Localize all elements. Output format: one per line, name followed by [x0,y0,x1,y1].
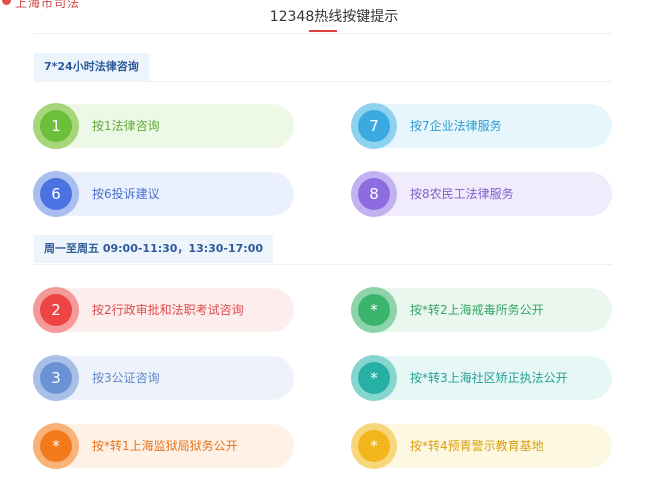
section-label-weekday: 周一至周五 09:00-11:30，13:30-17:00 [34,235,274,263]
key-label: 按7企业法律服务 [410,119,502,133]
key-number: * [358,294,390,326]
key-number: 2 [40,294,72,326]
key-label: 按1法律咨询 [92,119,160,133]
key-label: 按*转4预青警示教育基地 [410,439,544,453]
key-label: 按2行政审批和法职考试咨询 [92,303,244,317]
key-label: 按3公证咨询 [92,371,160,385]
key-item-star-4[interactable]: * 按*转4预青警示教育基地 [351,423,612,469]
key-item-2[interactable]: 2 按2行政审批和法职考试咨询 [33,287,294,333]
key-circle-ring: * [33,423,79,469]
section-divider-24h [34,81,612,82]
key-item-star-3[interactable]: * 按*转3上海社区矫正执法公开 [351,355,612,401]
key-number: 1 [40,110,72,142]
page-title: 12348热线按键提示 [269,9,399,25]
key-circle-ring: 6 [33,171,79,217]
key-number: * [358,430,390,462]
key-circle-ring: 3 [33,355,79,401]
key-circle-ring: 2 [33,287,79,333]
key-circle-ring: 1 [33,103,79,149]
key-item-6[interactable]: 6 按6投诉建议 [33,171,294,217]
key-item-3[interactable]: 3 按3公证咨询 [33,355,294,401]
top-divider [34,33,612,34]
key-circle-ring: * [351,355,397,401]
key-circle-ring: * [351,423,397,469]
key-number: 3 [40,362,72,394]
key-circle-ring: 8 [351,171,397,217]
key-label: 按*转2上海戒毒所务公开 [410,303,544,317]
key-number: 6 [40,178,72,210]
section-label-24h: 7*24小时法律咨询 [34,53,149,81]
key-label: 按6投诉建议 [92,187,160,201]
key-item-8[interactable]: 8 按8农民工法律服务 [351,171,612,217]
key-number: * [40,430,72,462]
key-circle-ring: * [351,287,397,333]
key-number: 8 [358,178,390,210]
section-divider-weekday [34,264,612,265]
key-label: 按*转3上海社区矫正执法公开 [410,371,568,385]
key-item-star-2[interactable]: * 按*转2上海戒毒所务公开 [351,287,612,333]
logo-dot-icon [2,0,11,5]
title-underline [309,30,337,32]
key-circle-ring: 7 [351,103,397,149]
key-item-1[interactable]: 1 按1法律咨询 [33,103,294,149]
key-label: 按*转1上海监狱局狱务公开 [92,439,238,453]
key-label: 按8农民工法律服务 [410,187,514,201]
key-item-7[interactable]: 7 按7企业法律服务 [351,103,612,149]
key-number: 7 [358,110,390,142]
key-number: * [358,362,390,394]
key-item-star-1[interactable]: * 按*转1上海监狱局狱务公开 [33,423,294,469]
